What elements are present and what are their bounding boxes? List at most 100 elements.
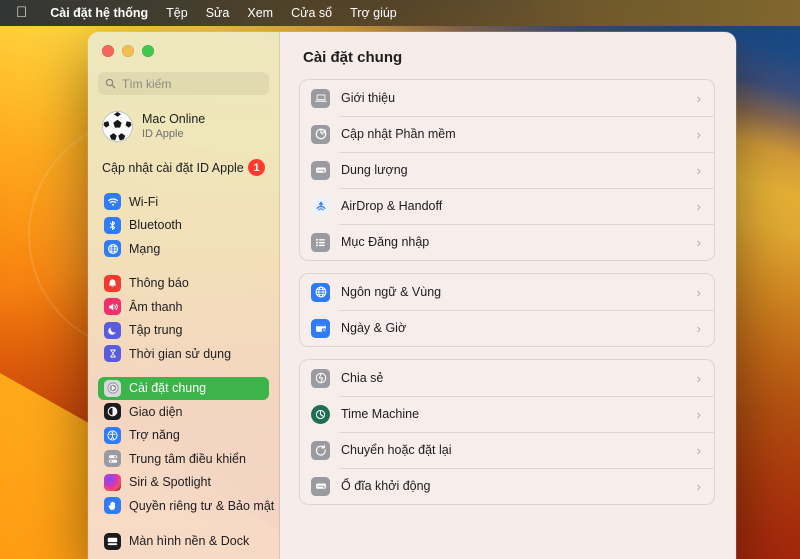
chevron-right-icon: › xyxy=(696,406,701,422)
chevron-right-icon: › xyxy=(696,370,701,386)
bluetooth-icon xyxy=(104,216,121,234)
window-controls xyxy=(98,32,269,57)
sharing-icon xyxy=(311,368,330,388)
apple-id-update-row[interactable]: Cập nhật cài đặt ID Apple 1 xyxy=(98,156,269,179)
settings-row-label: Giới thiệu xyxy=(341,91,396,105)
desktop-dock-icon xyxy=(104,532,121,550)
apple-logo-icon[interactable]:  xyxy=(16,5,27,20)
settings-row-login-items[interactable]: Mục Đăng nhập › xyxy=(300,224,714,260)
maximize-button[interactable] xyxy=(142,45,154,57)
appearance-contrast-icon xyxy=(104,403,121,421)
sidebar-item-siri-spotlight[interactable]: Siri & Spotlight xyxy=(98,471,269,495)
account-subtitle: ID Apple xyxy=(142,128,184,141)
time-machine-icon xyxy=(311,404,330,424)
settings-row-software-update[interactable]: Cập nhật Phần mềm › xyxy=(300,116,714,152)
software-update-gear-icon xyxy=(311,124,330,144)
settings-row-label: Chia sẻ xyxy=(341,371,384,385)
privacy-hand-icon xyxy=(104,497,121,515)
chevron-right-icon: › xyxy=(696,162,701,178)
sidebar-item-label: Giao diện xyxy=(129,404,183,419)
menu-bar:  Cài đặt hệ thống Tệp Sửa Xem Cửa sổ Tr… xyxy=(0,0,800,26)
settings-row-date-time[interactable]: Ngày & Giờ › xyxy=(300,310,714,346)
chevron-right-icon: › xyxy=(696,198,701,214)
storage-drive-icon xyxy=(311,160,330,180)
general-gear-icon xyxy=(104,379,121,397)
settings-group-general: Giới thiệu › Cập nhật Phần mềm › Dung lư… xyxy=(299,79,715,261)
wifi-icon xyxy=(104,193,121,211)
settings-row-transfer-reset[interactable]: Chuyển hoặc đặt lại › xyxy=(300,432,714,468)
settings-row-startup-disk[interactable]: Ổ đĩa khởi động › xyxy=(300,468,714,504)
sidebar-item-label: Siri & Spotlight xyxy=(129,475,211,490)
sidebar-item-notifications[interactable]: Thông báo xyxy=(98,272,269,296)
search-input[interactable]: Tìm kiếm xyxy=(98,72,269,95)
sidebar-item-label: Mạng xyxy=(129,241,161,256)
settings-row-label: Ngày & Giờ xyxy=(341,321,407,335)
apple-id-update-label: Cập nhật cài đặt ID Apple xyxy=(102,160,244,175)
close-button[interactable] xyxy=(102,45,114,57)
focus-moon-icon xyxy=(104,321,121,339)
soccer-ball-avatar xyxy=(102,111,133,142)
settings-row-language-region[interactable]: Ngôn ngữ & Vùng › xyxy=(300,274,714,310)
sidebar-item-sound[interactable]: Âm thanh xyxy=(98,295,269,319)
sidebar-item-label: Âm thanh xyxy=(129,299,183,314)
menu-item-help[interactable]: Trợ giúp xyxy=(341,4,406,22)
settings-row-label: AirDrop & Handoff xyxy=(341,199,443,213)
sidebar-item-accessibility[interactable]: Trợ năng xyxy=(98,424,269,448)
sidebar-item-focus[interactable]: Tập trung xyxy=(98,319,269,343)
account-name: Mac Online xyxy=(142,111,206,126)
account-row[interactable]: Mac Online ID Apple xyxy=(98,108,269,145)
settings-group-system-tools: Chia sẻ › Time Machine › Chuyển hoặc đặt… xyxy=(299,359,715,505)
menu-item-edit[interactable]: Sửa xyxy=(197,4,239,22)
sidebar-item-label: Wi-Fi xyxy=(129,194,159,209)
main-panel: Cài đặt chung Giới thiệu › Cập nhật Phần… xyxy=(280,32,736,559)
sidebar-item-control-center[interactable]: Trung tâm điều khiển xyxy=(98,447,269,471)
settings-row-airdrop-handoff[interactable]: AirDrop & Handoff › xyxy=(300,188,714,224)
sidebar-item-desktop-dock[interactable]: Màn hình nền & Dock xyxy=(98,530,269,554)
sidebar-item-label: Tập trung xyxy=(129,323,183,338)
control-center-icon xyxy=(104,450,121,468)
sidebar-item-label: Trung tâm điều khiển xyxy=(129,451,246,466)
chevron-right-icon: › xyxy=(696,478,701,494)
sidebar-item-bluetooth[interactable]: Bluetooth xyxy=(98,214,269,238)
sidebar-item-appearance[interactable]: Giao diện xyxy=(98,400,269,424)
notifications-bell-icon xyxy=(104,274,121,292)
settings-row-storage[interactable]: Dung lượng › xyxy=(300,152,714,188)
menu-item-view[interactable]: Xem xyxy=(238,4,282,22)
menu-item-system-settings[interactable]: Cài đặt hệ thống xyxy=(41,4,157,22)
accessibility-icon xyxy=(104,426,121,444)
sidebar-item-label: Bluetooth xyxy=(129,218,182,233)
sidebar-group-alerts: Thông báo Âm thanh Tập trung Thời gian s… xyxy=(98,272,269,366)
chevron-right-icon: › xyxy=(696,90,701,106)
siri-icon xyxy=(104,473,121,491)
settings-row-sharing[interactable]: Chia sẻ › xyxy=(300,360,714,396)
page-title: Cài đặt chung xyxy=(303,49,403,66)
sidebar-group-system: Cài đặt chung Giao diện Trợ năng Trung t… xyxy=(98,376,274,518)
settings-row-about[interactable]: Giới thiệu › xyxy=(300,80,714,116)
sidebar-item-label: Thời gian sử dụng xyxy=(129,346,232,361)
sidebar: Tìm kiếm Mac Online ID Apple Cập nhật cà… xyxy=(88,32,280,559)
chevron-right-icon: › xyxy=(696,284,701,300)
menu-item-window[interactable]: Cửa sổ xyxy=(282,4,341,22)
screen-time-hourglass-icon xyxy=(104,345,121,363)
sidebar-item-screen-time[interactable]: Thời gian sử dụng xyxy=(98,342,269,366)
sidebar-item-wifi[interactable]: Wi-Fi xyxy=(98,190,269,214)
sidebar-group-network: Wi-Fi Bluetooth Mạng xyxy=(98,190,269,261)
sound-speaker-icon xyxy=(104,298,121,316)
status-badge: 1 xyxy=(248,159,265,176)
language-globe-icon xyxy=(311,282,330,302)
chevron-right-icon: › xyxy=(696,320,701,336)
settings-group-localization: Ngôn ngữ & Vùng › Ngày & Giờ › xyxy=(299,273,715,347)
network-globe-icon xyxy=(104,240,121,258)
settings-row-time-machine[interactable]: Time Machine › xyxy=(300,396,714,432)
sidebar-item-label: Trợ năng xyxy=(129,428,180,443)
sidebar-item-label: Màn hình nền & Dock xyxy=(129,534,250,549)
settings-row-label: Ngôn ngữ & Vùng xyxy=(341,285,442,299)
date-time-icon xyxy=(311,318,330,338)
sidebar-item-network[interactable]: Mạng xyxy=(98,237,269,261)
sidebar-item-label: Thông báo xyxy=(129,276,189,291)
sidebar-item-privacy-security[interactable]: Quyền riêng tư & Bảo mật xyxy=(98,494,274,518)
chevron-right-icon: › xyxy=(696,442,701,458)
minimize-button[interactable] xyxy=(122,45,134,57)
sidebar-item-general[interactable]: Cài đặt chung xyxy=(98,376,269,400)
menu-item-file[interactable]: Tệp xyxy=(157,4,197,22)
